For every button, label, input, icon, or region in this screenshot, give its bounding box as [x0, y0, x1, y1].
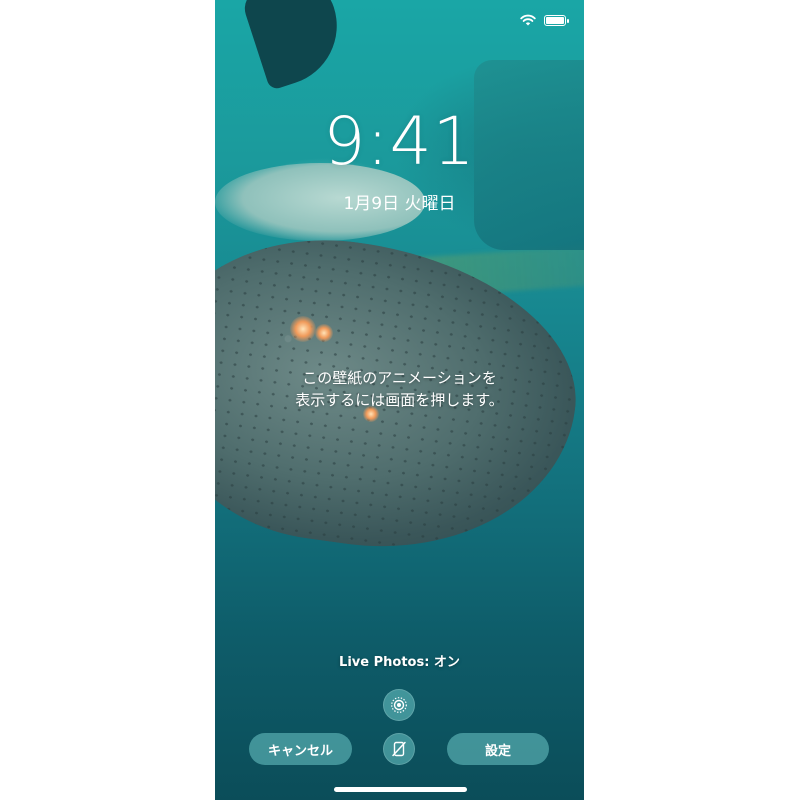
animation-hint-line: この壁紙のアニメーションを: [302, 369, 497, 387]
perspective-zoom-icon: [392, 741, 406, 757]
wifi-icon: [520, 14, 536, 26]
wallpaper-flipper: [239, 0, 353, 91]
live-photo-toggle-button[interactable]: [383, 689, 415, 721]
cancel-button[interactable]: キャンセル: [249, 733, 352, 765]
set-button[interactable]: 設定: [447, 733, 549, 765]
lockscreen-preview[interactable]: 9:41 1月9日 火曜日 この壁紙のアニメーションを 表示するには画面を押しま…: [215, 0, 584, 800]
wallpaper-light-reflection: [315, 324, 333, 342]
perspective-zoom-button[interactable]: [383, 733, 415, 765]
live-photos-status: Live Photos: オン: [339, 655, 460, 670]
home-indicator[interactable]: [334, 787, 467, 792]
live-photo-icon: [391, 697, 407, 713]
lockscreen-date: 1月9日 火曜日: [343, 194, 456, 214]
animation-hint: この壁紙のアニメーションを 表示するには画面を押します。: [215, 367, 584, 411]
status-bar: [520, 14, 569, 26]
animation-hint-line: 表示するには画面を押します。: [295, 391, 504, 409]
battery-icon: [544, 14, 569, 26]
lockscreen-time: 9:41: [323, 103, 476, 180]
wallpaper-light-reflection: [290, 316, 316, 342]
